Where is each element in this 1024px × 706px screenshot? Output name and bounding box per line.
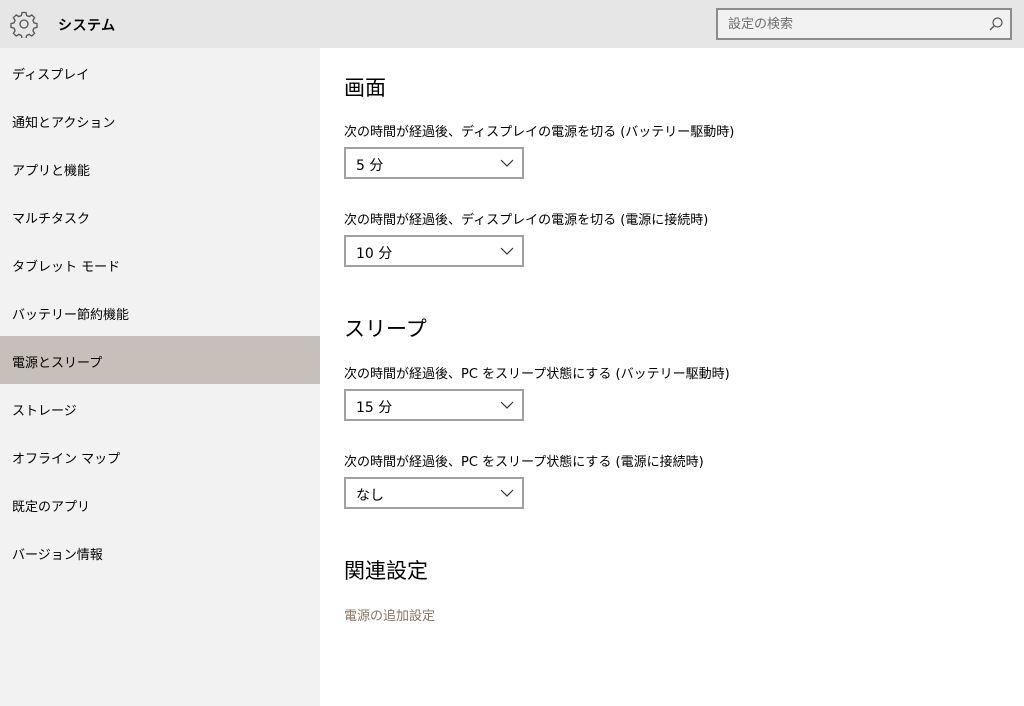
sidebar-item-label: バージョン情報 — [12, 548, 103, 563]
related-settings-heading: 関連設定 — [344, 559, 428, 583]
screen-battery-label: 次の時間が経過後、ディスプレイの電源を切る (バッテリー駆動時) — [344, 125, 735, 140]
sleep-plugged-label: 次の時間が経過後、PC をスリープ状態にする (電源に接続時) — [344, 455, 704, 470]
sidebar-item-battery-saver[interactable]: バッテリー節約機能 — [0, 288, 320, 336]
sidebar: ディスプレイ 通知とアクション アプリと機能 マルチタスク タブレット モード … — [0, 48, 320, 706]
window-title: システム — [58, 18, 116, 34]
gear-icon — [10, 11, 38, 38]
title-bar: システム — [0, 0, 1024, 48]
sleep-battery-label: 次の時間が経過後、PC をスリープ状態にする (バッテリー駆動時) — [344, 367, 730, 382]
search-box[interactable] — [716, 8, 1012, 40]
screen-plugged-label: 次の時間が経過後、ディスプレイの電源を切る (電源に接続時) — [344, 213, 709, 228]
sidebar-item-label: マルチタスク — [12, 212, 91, 227]
sidebar-item-power-sleep[interactable]: 電源とスリープ — [0, 336, 320, 384]
dropdown-value: 10 分 — [356, 246, 393, 262]
dropdown-value: 5 分 — [356, 158, 384, 174]
search-input[interactable] — [728, 14, 978, 34]
sidebar-item-display[interactable]: ディスプレイ — [0, 48, 320, 96]
sidebar-item-label: オフライン マップ — [12, 452, 121, 467]
chevron-down-icon — [500, 159, 514, 167]
sidebar-item-label: 既定のアプリ — [12, 500, 91, 515]
sidebar-item-label: アプリと機能 — [12, 164, 91, 179]
sidebar-item-about[interactable]: バージョン情報 — [0, 528, 320, 576]
screen-plugged-dropdown[interactable]: 10 分 — [344, 235, 524, 267]
dropdown-value: なし — [356, 488, 384, 504]
chevron-down-icon — [500, 401, 514, 409]
sidebar-item-default-apps[interactable]: 既定のアプリ — [0, 480, 320, 528]
sidebar-item-storage[interactable]: ストレージ — [0, 384, 320, 432]
sidebar-item-multitasking[interactable]: マルチタスク — [0, 192, 320, 240]
sleep-plugged-dropdown[interactable]: なし — [344, 477, 524, 509]
sidebar-item-label: ディスプレイ — [12, 68, 90, 83]
sleep-battery-dropdown[interactable]: 15 分 — [344, 389, 524, 421]
sidebar-item-apps[interactable]: アプリと機能 — [0, 144, 320, 192]
sidebar-item-notifications[interactable]: 通知とアクション — [0, 96, 320, 144]
additional-power-settings-link[interactable]: 電源の追加設定 — [344, 605, 435, 624]
screen-heading: 画面 — [344, 76, 386, 100]
dropdown-value: 15 分 — [356, 400, 393, 416]
sidebar-item-label: タブレット モード — [12, 260, 121, 275]
sidebar-item-label: 電源とスリープ — [12, 356, 103, 371]
sleep-heading: スリープ — [344, 317, 427, 341]
sidebar-item-label: バッテリー節約機能 — [12, 308, 130, 323]
chevron-down-icon — [500, 489, 514, 497]
sidebar-item-tablet-mode[interactable]: タブレット モード — [0, 240, 320, 288]
chevron-down-icon — [500, 247, 514, 255]
search-icon[interactable] — [988, 16, 1004, 32]
main-content: 画面 次の時間が経過後、ディスプレイの電源を切る (バッテリー駆動時) 5 分 … — [320, 48, 1024, 706]
sidebar-item-offline-maps[interactable]: オフライン マップ — [0, 432, 320, 480]
sidebar-item-label: ストレージ — [12, 404, 77, 419]
screen-battery-dropdown[interactable]: 5 分 — [344, 147, 524, 179]
sidebar-item-label: 通知とアクション — [12, 116, 116, 131]
